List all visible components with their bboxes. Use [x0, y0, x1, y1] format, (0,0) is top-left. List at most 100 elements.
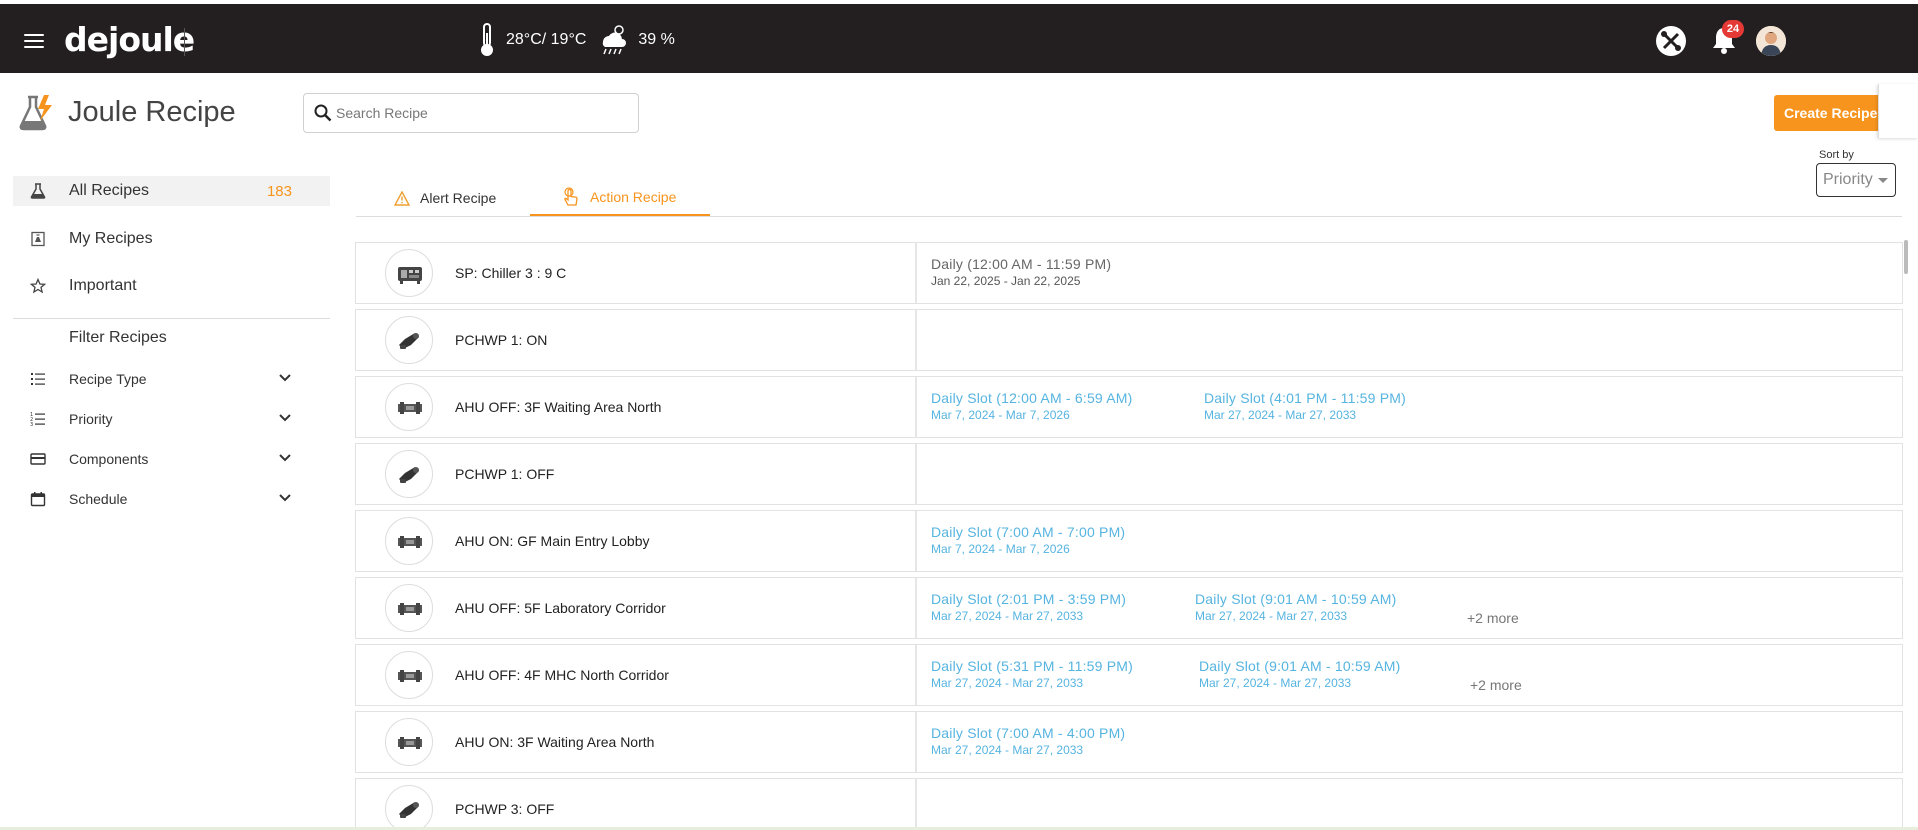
caret-down-icon: [1878, 178, 1888, 183]
schedule-dates: Mar 27, 2024 - Mar 27, 2033: [1195, 609, 1348, 623]
more-schedules-link[interactable]: +2 more: [1470, 677, 1522, 693]
weather-widget: 28°C/ 19°C 39 %: [478, 22, 675, 58]
recipe-name: AHU OFF: 5F Laboratory Corridor: [455, 600, 666, 616]
svg-text:3: 3: [30, 422, 33, 427]
recipe-list: SP: Chiller 3 : 9 C Daily (12:00 AM - 11:…: [355, 242, 1903, 830]
sidebar-item-my-recipes[interactable]: My Recipes: [13, 224, 330, 254]
recipe-row[interactable]: PCHWP 1: OFF: [355, 443, 1903, 505]
recipe-name: PCHWP 1: OFF: [455, 466, 555, 482]
recipe-name: AHU ON: 3F Waiting Area North: [455, 734, 655, 750]
ahu-icon: [385, 584, 433, 632]
schedule-slot: Daily Slot (2:01 PM - 3:59 PM) Mar 27, 20…: [931, 591, 1126, 623]
recipe-info: SP: Chiller 3 : 9 C: [356, 243, 917, 303]
schedule-slot: Daily Slot (5:31 PM - 11:59 PM) Mar 27, 2…: [931, 658, 1133, 690]
side-panel-tab[interactable]: [1878, 84, 1918, 138]
tab-alert-recipe[interactable]: Alert Recipe: [394, 180, 508, 216]
filter-label: Recipe Type: [69, 371, 147, 387]
recipe-info: AHU OFF: 4F MHC North Corridor: [356, 645, 917, 705]
recipe-name: PCHWP 3: OFF: [455, 801, 555, 817]
schedule-slot: Daily Slot (7:00 AM - 7:00 PM) Mar 7, 202…: [931, 524, 1125, 556]
tools-icon[interactable]: [1656, 26, 1686, 56]
recipe-row[interactable]: SP: Chiller 3 : 9 C Daily (12:00 AM - 11:…: [355, 242, 1903, 304]
rain-cloud-icon: [603, 25, 627, 55]
schedule-dates: Mar 27, 2024 - Mar 27, 2033: [931, 743, 1084, 757]
more-schedules-link[interactable]: +2 more: [1467, 610, 1519, 626]
recipe-row[interactable]: AHU ON: 3F Waiting Area North Daily Slot …: [355, 711, 1903, 773]
recipe-row[interactable]: AHU OFF: 5F Laboratory Corridor Daily Slo…: [355, 577, 1903, 639]
create-recipe-button[interactable]: Create Recipe: [1774, 95, 1882, 131]
recipe-name: SP: Chiller 3 : 9 C: [455, 265, 567, 281]
recipe-row[interactable]: AHU ON: GF Main Entry Lobby Daily Slot (7…: [355, 510, 1903, 572]
schedule-slot: Daily Slot (9:01 AM - 10:59 AM) Mar 27, 2…: [1195, 591, 1397, 623]
sidebar-item-all-recipes[interactable]: All Recipes 183: [13, 176, 330, 206]
star-icon: [30, 278, 46, 294]
ahu-icon: [385, 651, 433, 699]
notification-count-badge: 24: [1722, 20, 1744, 38]
search-input[interactable]: [336, 100, 626, 126]
pump-icon: [385, 785, 433, 830]
schedule-time: Daily Slot (12:00 AM - 6:59 AM): [931, 390, 1133, 406]
schedule-time: Daily Slot (4:01 PM - 11:59 PM): [1204, 390, 1407, 406]
calendar-icon: [30, 492, 46, 507]
recipe-count: 183: [266, 182, 292, 200]
ahu-icon: [385, 718, 433, 766]
schedule-time: Daily Slot (9:01 AM - 10:59 AM): [1199, 658, 1401, 674]
tab-action-recipe[interactable]: Action Recipe: [530, 180, 710, 216]
logo-divider: [184, 28, 185, 56]
schedule-dates: Jan 22, 2025 - Jan 22, 2025: [931, 274, 1081, 288]
recipe-info: PCHWP 3: OFF: [356, 779, 917, 830]
temperature-text: 28°C/ 19°C: [506, 31, 587, 48]
sidebar-item-important[interactable]: Important: [13, 271, 330, 301]
menu-icon[interactable]: [24, 34, 44, 48]
schedule-dates: Mar 27, 2024 - Mar 27, 2033: [1204, 408, 1357, 422]
card-icon: [30, 453, 46, 465]
schedule-dates: Mar 7, 2024 - Mar 7, 2026: [931, 542, 1070, 556]
sidebar-item-label: Important: [69, 277, 137, 294]
filter-schedule[interactable]: Schedule: [13, 485, 303, 513]
tab-label: Alert Recipe: [420, 190, 497, 206]
filter-recipes-title: Filter Recipes: [69, 329, 167, 346]
schedule-time: Daily Slot (7:00 AM - 7:00 PM): [931, 524, 1126, 540]
schedule-time: Daily Slot (2:01 PM - 3:59 PM): [931, 591, 1127, 607]
chiller-icon: [385, 249, 433, 297]
user-avatar[interactable]: [1756, 26, 1786, 56]
recipe-row[interactable]: AHU OFF: 3F Waiting Area North Daily Slot…: [355, 376, 1903, 438]
tabs-divider: [356, 216, 1902, 217]
chevron-down-icon: [279, 454, 291, 462]
scrollbar-thumb[interactable]: [1904, 240, 1908, 274]
recipe-name: AHU OFF: 3F Waiting Area North: [455, 399, 662, 415]
sidebar-item-label: My Recipes: [69, 230, 153, 247]
filter-recipe-type[interactable]: Recipe Type: [13, 365, 303, 393]
user-recipe-icon: [31, 231, 45, 247]
list-icon: [31, 373, 45, 385]
search-box[interactable]: [303, 93, 639, 133]
recipe-info: PCHWP 1: ON: [356, 310, 917, 370]
schedule-dates: Mar 27, 2024 - Mar 27, 2033: [1199, 676, 1352, 690]
recipe-info: AHU ON: GF Main Entry Lobby: [356, 511, 917, 571]
filter-components[interactable]: Components: [13, 445, 303, 473]
recipe-name: PCHWP 1: ON: [455, 332, 548, 348]
schedule-dates: Mar 27, 2024 - Mar 27, 2033: [931, 676, 1084, 690]
recipe-row[interactable]: AHU OFF: 4F MHC North Corridor Daily Slot…: [355, 644, 1903, 706]
sidebar-divider: [13, 318, 330, 319]
schedule-time: Daily Slot (5:31 PM - 11:59 PM): [931, 658, 1134, 674]
page-title: Joule Recipe: [68, 96, 236, 128]
filter-priority[interactable]: 1 2 3 Priority: [13, 405, 303, 433]
schedule-time: Daily Slot (9:01 AM - 10:59 AM): [1195, 591, 1397, 607]
sort-by-value: Priority: [1823, 171, 1873, 188]
recipe-name: AHU OFF: 4F MHC North Corridor: [455, 667, 669, 683]
recipe-row[interactable]: PCHWP 3: OFF: [355, 778, 1903, 830]
recipe-info: AHU ON: 3F Waiting Area North: [356, 712, 917, 772]
sidebar-item-label: All Recipes: [69, 182, 150, 199]
pump-icon: [385, 316, 433, 364]
flask-small-icon: [30, 183, 46, 199]
top-bar: dejoule 28°C/ 19°C 39 % 24: [0, 4, 1918, 73]
recipe-info: AHU OFF: 5F Laboratory Corridor: [356, 578, 917, 638]
pump-icon: [385, 450, 433, 498]
chevron-down-icon: [279, 414, 291, 422]
sort-by-select[interactable]: Priority: [1816, 163, 1896, 197]
schedule-time: Daily Slot (7:00 AM - 4:00 PM): [931, 725, 1126, 741]
app-logo[interactable]: dejoule: [64, 20, 195, 59]
recipe-row[interactable]: PCHWP 1: ON: [355, 309, 1903, 371]
recipe-name: AHU ON: GF Main Entry Lobby: [455, 533, 650, 549]
